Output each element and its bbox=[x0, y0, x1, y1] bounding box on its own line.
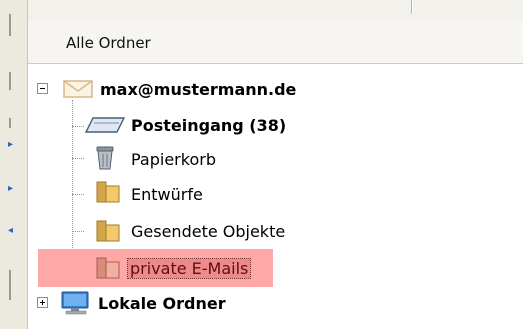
expand-toggle[interactable] bbox=[37, 297, 48, 308]
tree-item-label: Entwürfe bbox=[131, 184, 203, 204]
folder-pane: ▸ ▸ ◂ Alle Ordner max@mustermann.de Post… bbox=[0, 0, 523, 329]
tree-connector bbox=[72, 158, 84, 159]
tree-connector bbox=[72, 194, 84, 195]
top-toolbar-strip bbox=[0, 0, 523, 22]
tree-item-label: max@mustermann.de bbox=[100, 79, 297, 99]
tree-item-label: Lokale Ordner bbox=[98, 293, 226, 313]
envelope-icon bbox=[63, 80, 93, 98]
toolbar-arrow-icon[interactable]: ▸ bbox=[8, 140, 14, 150]
tree-item-trash[interactable]: Papierkorb bbox=[131, 144, 216, 174]
tree-item-label: Gesendete Objekte bbox=[131, 221, 286, 241]
tree-item-sent[interactable]: Gesendete Objekte bbox=[131, 216, 285, 246]
folder-icon bbox=[96, 220, 120, 242]
tree-item-local-folders[interactable]: Lokale Ordner bbox=[98, 288, 226, 318]
folder-icon bbox=[96, 257, 120, 279]
tree-item-label: Papierkorb bbox=[131, 149, 216, 169]
tree-item-inbox[interactable]: Posteingang (38) bbox=[131, 110, 286, 140]
tree-item-private-emails[interactable]: private E-Mails bbox=[127, 253, 252, 283]
toolbar-grip[interactable] bbox=[9, 14, 11, 36]
folder-icon bbox=[96, 181, 120, 203]
toolbar-arrow-icon[interactable]: ◂ bbox=[8, 226, 14, 236]
folder-pane-header: Alle Ordner bbox=[28, 21, 523, 64]
tree-item-drafts[interactable]: Entwürfe bbox=[131, 179, 203, 209]
toolbar-grip[interactable] bbox=[9, 72, 11, 90]
left-toolbar-strip: ▸ ▸ ◂ bbox=[0, 0, 28, 329]
folder-pane-title: Alle Ordner bbox=[66, 34, 151, 52]
tree-connector bbox=[72, 126, 84, 127]
inbox-tray-icon bbox=[84, 117, 126, 133]
tree-item-label: Posteingang (38) bbox=[131, 115, 287, 135]
collapse-toggle[interactable] bbox=[37, 83, 48, 94]
toolbar-arrow-icon[interactable]: ▸ bbox=[8, 184, 14, 194]
trash-icon bbox=[96, 146, 114, 170]
toolbar-separator-highlight bbox=[412, 0, 413, 14]
computer-icon bbox=[61, 291, 89, 315]
tree-item-label: private E-Mails bbox=[127, 257, 252, 279]
tree-item-account[interactable]: max@mustermann.de bbox=[100, 74, 296, 104]
toolbar-grip[interactable] bbox=[9, 270, 11, 300]
toolbar-grip[interactable] bbox=[9, 118, 11, 128]
tree-connector bbox=[72, 231, 84, 232]
